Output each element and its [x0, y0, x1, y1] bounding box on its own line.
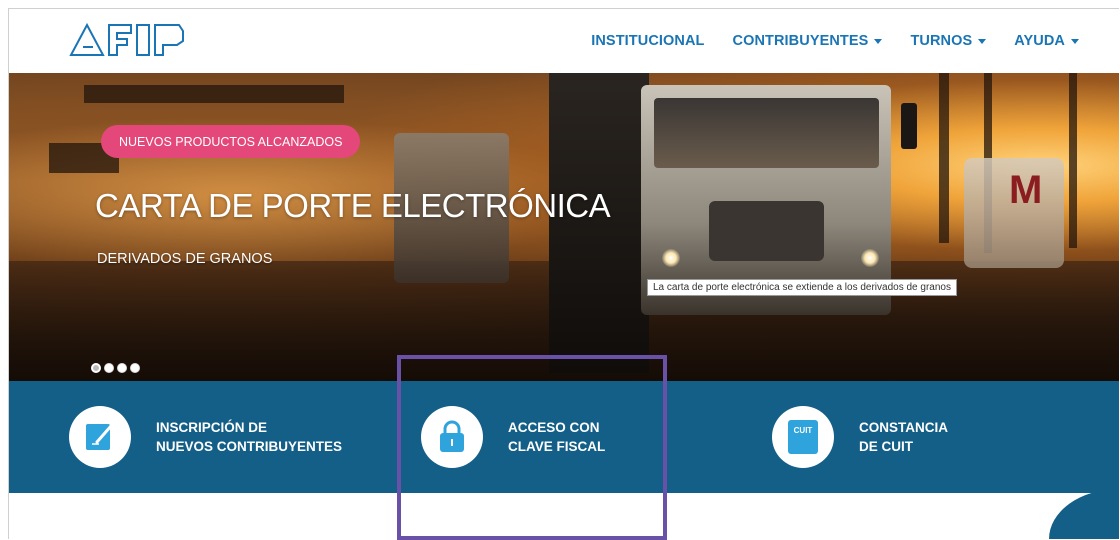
hero-title: CARTA DE PORTE ELECTRÓNICA: [95, 187, 611, 224]
site-header: INSTITUCIONAL CONTRIBUYENTES TURNOS AYUD…: [9, 9, 1119, 73]
nav-turnos[interactable]: TURNOS: [910, 33, 987, 49]
chevron-down-icon: [978, 38, 987, 44]
cuit-icon-text: CUIT: [793, 426, 813, 435]
hero-tooltip: La carta de porte electrónica se extiend…: [647, 279, 957, 296]
truck-grill: [709, 201, 824, 261]
highlight-box: [397, 355, 667, 540]
headlight: [861, 249, 879, 267]
edit-document-icon: [69, 406, 131, 468]
carousel-dot-2[interactable]: [104, 363, 114, 373]
headlight: [662, 249, 680, 267]
hero-carousel[interactable]: M NUEVOS PRODUCTOS ALCANZADOS CARTA DE P…: [9, 73, 1119, 381]
light-pole: [939, 73, 949, 243]
quick-constancia-cuit[interactable]: CUIT CONSTANCIA DE CUIT: [772, 381, 948, 493]
truck-logo: M: [1009, 168, 1043, 212]
nav-institucional[interactable]: INSTITUCIONAL: [591, 33, 704, 49]
nav-ayuda[interactable]: AYUDA: [1014, 33, 1079, 49]
decorative-curve: [1049, 489, 1119, 539]
hero-subtitle: DERIVADOS DE GRANOS: [97, 251, 273, 267]
truck-windshield: [654, 98, 879, 168]
chevron-down-icon: [874, 38, 883, 44]
carousel-dot-1[interactable]: [91, 363, 101, 373]
light-pole: [1069, 73, 1077, 248]
quick-label-line2: DE CUIT: [859, 439, 913, 454]
news-badge[interactable]: NUEVOS PRODUCTOS ALCANZADOS: [101, 125, 361, 158]
carousel-dot-4[interactable]: [130, 363, 140, 373]
cuit-card-icon: CUIT: [772, 406, 834, 468]
nav-contribuyentes[interactable]: CONTRIBUYENTES: [733, 33, 883, 49]
quick-inscripcion[interactable]: INSCRIPCIÓN DE NUEVOS CONTRIBUYENTES: [69, 381, 342, 493]
quick-label-line2: NUEVOS CONTRIBUYENTES: [156, 439, 343, 454]
afip-logo[interactable]: [69, 23, 189, 57]
truck-mirror: [901, 103, 917, 149]
main-nav: INSTITUCIONAL CONTRIBUYENTES TURNOS AYUD…: [591, 9, 1079, 73]
chevron-down-icon: [1071, 38, 1079, 44]
highway-gantry: [84, 85, 344, 103]
carousel-dot-3[interactable]: [117, 363, 127, 373]
carousel-indicators: [91, 363, 140, 373]
quick-label-line1: INSCRIPCIÓN DE: [156, 420, 268, 435]
quick-label-line1: CONSTANCIA: [859, 420, 948, 435]
